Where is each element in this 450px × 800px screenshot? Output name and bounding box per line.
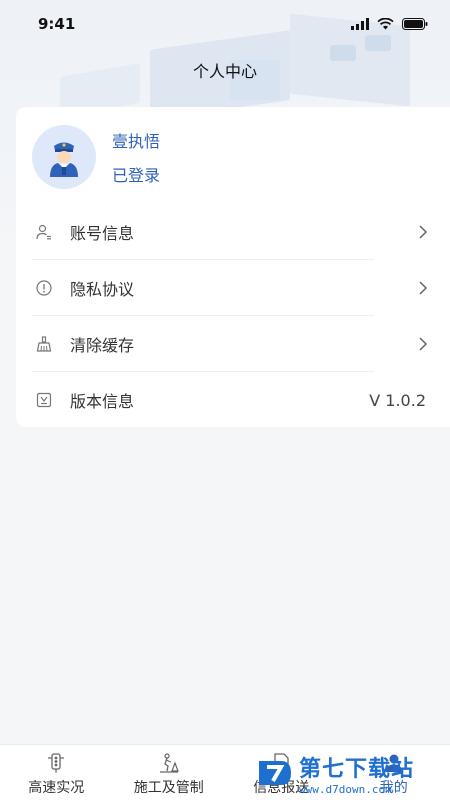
menu-list: 账号信息 隐私协议 清除缓存 版本信息 V 1.0.2 [16, 204, 450, 427]
wifi-icon [377, 18, 394, 30]
chevron-right-icon [419, 225, 428, 239]
profile-card[interactable]: 壹执悟 已登录 [16, 107, 450, 207]
signal-icon [351, 18, 369, 30]
menu-item-account-info[interactable]: 账号信息 [16, 204, 450, 260]
menu-label: 版本信息 [70, 392, 135, 411]
traffic-light-icon [48, 753, 65, 773]
info-icon [36, 280, 52, 296]
status-time: 9:41 [38, 15, 76, 33]
status-icons [351, 18, 428, 30]
page-title: 个人中心 [192, 62, 257, 81]
police-avatar-icon [50, 142, 78, 177]
watermark: 第七下载站 www.d7down.com [255, 748, 445, 798]
watermark-title: 第七下载站 [299, 756, 415, 782]
chevron-right-icon [419, 281, 428, 295]
login-status: 已登录 [112, 166, 161, 185]
battery-icon [402, 18, 428, 30]
menu-item-clear-cache[interactable]: 清除缓存 [16, 316, 450, 372]
user-name: 壹执悟 [112, 132, 161, 151]
watermark-logo-icon [259, 761, 291, 785]
menu-label: 账号信息 [70, 224, 135, 243]
menu-item-privacy-policy[interactable]: 隐私协议 [16, 260, 450, 316]
tab-construction-control[interactable]: 施工及管制 [113, 745, 226, 800]
status-bar: 9:41 [0, 0, 450, 48]
broom-icon [36, 336, 52, 352]
chevron-right-icon [419, 337, 428, 351]
construction-icon [159, 753, 179, 773]
avatar [32, 125, 96, 189]
tab-label: 高速实况 [28, 780, 85, 796]
tab-highway-status[interactable]: 高速实况 [0, 745, 113, 800]
user-icon [36, 224, 52, 240]
menu-item-version-info[interactable]: 版本信息 V 1.0.2 [16, 372, 450, 428]
menu-label: 隐私协议 [70, 280, 135, 299]
menu-label: 清除缓存 [70, 336, 135, 355]
tab-label: 施工及管制 [133, 780, 204, 796]
version-value: V 1.0.2 [369, 390, 426, 410]
version-icon [36, 392, 52, 408]
watermark-url: www.d7down.com [299, 782, 392, 796]
